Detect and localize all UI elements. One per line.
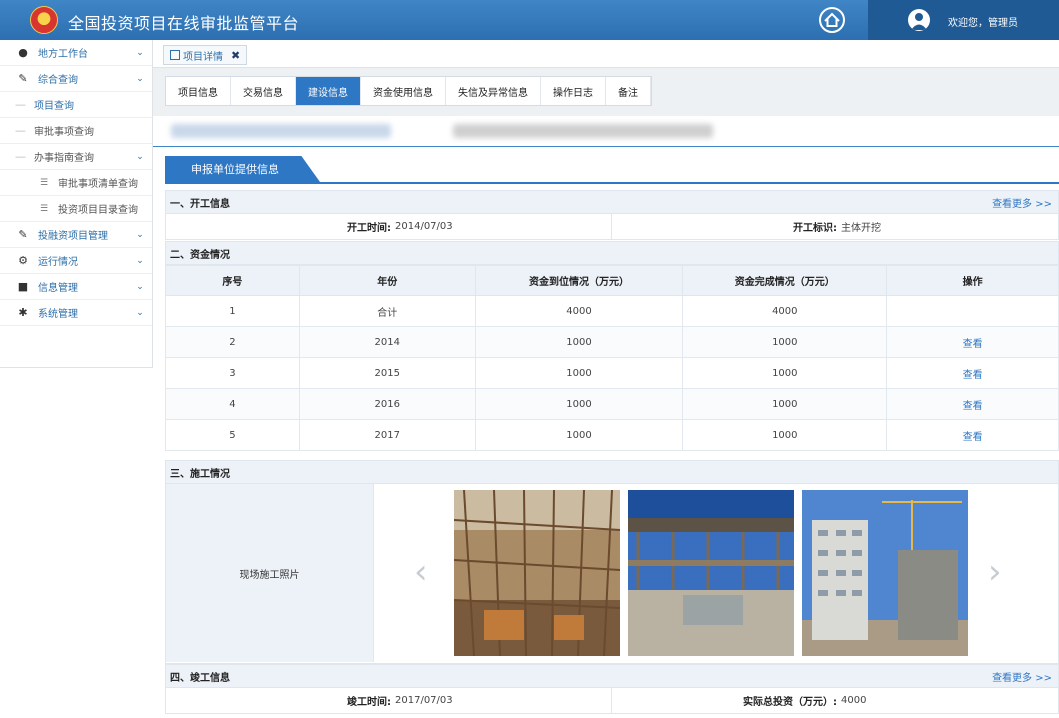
chevron-right-icon[interactable]: › (988, 554, 1008, 590)
construction-heading: 三、施工情况 (165, 460, 1059, 484)
top-header: 全国投资项目在线审批监管平台 欢迎您，管理员 (0, 0, 1059, 40)
sidebar-item-query[interactable]: ✎ 综合查询 ⌄ (0, 66, 152, 92)
gear-icon: ✱ (18, 306, 28, 319)
sidebar-item-financing[interactable]: ✎ 投融资项目管理 ⌄ (0, 222, 152, 248)
chevron-down-icon: ⌄ (136, 229, 144, 240)
view-link[interactable]: 查看 (963, 370, 983, 381)
user-icon: ● (18, 46, 28, 59)
start-time-label: 开工时间: (347, 223, 391, 234)
welcome-text: 欢迎您，管理员 (948, 18, 1018, 29)
section-title: 申报单位提供信息 (165, 156, 320, 182)
document-icon (170, 50, 180, 60)
detail-panel: 申报单位提供信息 一、开工信息 查看更多 >> 开工时间: 2014/07/03… (153, 116, 1059, 718)
close-icon[interactable]: ✖ (231, 49, 240, 62)
col-actions: 操作 (886, 265, 1059, 296)
tab-project-info[interactable]: 项目信息 (166, 77, 231, 105)
start-flag-value: 主体开挖 (841, 223, 881, 234)
completion-time-label: 竣工时间: (347, 697, 391, 708)
tab-transaction-info[interactable]: 交易信息 (231, 77, 296, 105)
sidebar-item-approval-list-query[interactable]: ☰ 审批事项清单查询 (0, 170, 152, 196)
user-menu[interactable]: 欢迎您，管理员 (868, 0, 1059, 40)
app-title: 全国投资项目在线审批监管平台 (68, 14, 300, 33)
photo-carousel: 现场施工照片 ‹ › (165, 484, 1059, 664)
table-row: 5 2017 1000 1000 查看 (165, 419, 1059, 451)
list-icon: ☰ (40, 177, 49, 188)
redacted-project-name (453, 124, 713, 138)
completion-heading: 四、竣工信息 查看更多 >> (165, 664, 1059, 688)
avatar-icon (908, 9, 930, 31)
sidebar-item-catalog-query[interactable]: ☰ 投资项目目录查询 (0, 196, 152, 222)
sidebar-item-operation[interactable]: ⚙ 运行情况 ⌄ (0, 248, 152, 274)
table-row: 3 2015 1000 1000 查看 (165, 357, 1059, 389)
tab-project-detail[interactable]: 项目详情 ✖ (163, 45, 248, 65)
sidebar-item-guide-query[interactable]: — 办事指南查询 ⌄ (0, 144, 152, 170)
start-more-link[interactable]: 查看更多 >> (992, 195, 1052, 210)
chevron-down-icon: ⌄ (136, 47, 144, 58)
table-row: 4 2016 1000 1000 查看 (165, 388, 1059, 420)
main-content: 项目信息 交易信息 建设信息 资金使用信息 失信及异常信息 操作日志 备注 申报… (153, 68, 1059, 718)
view-link[interactable]: 查看 (963, 401, 983, 412)
funds-heading: 二、资金情况 (165, 241, 1059, 265)
sidebar-item-system[interactable]: ✱ 系统管理 ⌄ (0, 300, 152, 326)
table-row: 2 2014 1000 1000 查看 (165, 326, 1059, 358)
chevron-down-icon: ⌄ (136, 281, 144, 292)
tab-fund-usage-info[interactable]: 资金使用信息 (361, 77, 446, 105)
actual-investment-value: 4000 (841, 695, 867, 706)
start-info-heading: 一、开工信息 查看更多 >> (165, 190, 1059, 214)
list-icon: ☰ (40, 203, 49, 214)
folder-icon: ■ (17, 280, 29, 293)
redacted-project-code (171, 124, 391, 138)
chevron-down-icon: ⌄ (136, 255, 144, 266)
sidebar-item-project-query[interactable]: — 项目查询 (0, 92, 152, 118)
view-link[interactable]: 查看 (963, 339, 983, 350)
photo-label: 现场施工照片 (166, 484, 374, 662)
edit-icon: ✎ (18, 228, 28, 241)
chevron-left-icon[interactable]: ‹ (414, 554, 434, 590)
table-header-row: 序号 年份 资金到位情况（万元） 资金完成情况（万元） 操作 (165, 265, 1059, 296)
start-info-row: 开工时间: 2014/07/03 开工标识: 主体开挖 (165, 214, 1059, 240)
chevron-down-icon: ⌄ (136, 73, 144, 84)
construction-photo-frame[interactable] (628, 490, 794, 656)
col-year: 年份 (298, 265, 476, 296)
edit-icon: ✎ (18, 72, 28, 85)
national-emblem-icon (30, 6, 58, 34)
tab-credit-info[interactable]: 失信及异常信息 (446, 77, 541, 105)
start-flag-label: 开工标识: (793, 223, 837, 234)
open-tabs-bar: 项目详情 ✖ (153, 40, 1059, 68)
construction-photo-building[interactable] (802, 490, 968, 656)
construction-photo-rebar[interactable] (454, 490, 620, 656)
tab-operation-log[interactable]: 操作日志 (541, 77, 606, 105)
chevron-down-icon: ⌄ (136, 307, 144, 318)
view-link[interactable]: 查看 (963, 432, 983, 443)
chevron-down-icon: ⌄ (136, 151, 144, 162)
divider (153, 146, 1059, 147)
col-funds-completed: 资金完成情况（万元） (682, 265, 888, 296)
detail-tabs: 项目信息 交易信息 建设信息 资金使用信息 失信及异常信息 操作日志 备注 (165, 76, 652, 106)
sidebar-item-approval-query[interactable]: — 审批事项查询 (0, 118, 152, 144)
section-divider (165, 182, 1059, 184)
funds-table: 序号 年份 资金到位情况（万元） 资金完成情况（万元） 操作 1 合计 4000… (165, 265, 1059, 451)
sidebar: ● 地方工作台 ⌄ ✎ 综合查询 ⌄ — 项目查询 — 审批事项查询 — 办事指… (0, 40, 153, 368)
completion-more-link[interactable]: 查看更多 >> (992, 669, 1052, 684)
completion-info-row: 竣工时间: 2017/07/03 实际总投资（万元）: 4000 (165, 688, 1059, 714)
tab-construction-info[interactable]: 建设信息 (296, 77, 361, 105)
home-icon[interactable] (818, 6, 846, 34)
col-funds-arrived: 资金到位情况（万元） (474, 265, 684, 296)
actual-investment-label: 实际总投资（万元）: (743, 697, 837, 708)
completion-time-value: 2017/07/03 (395, 695, 453, 706)
sidebar-item-info[interactable]: ■ 信息管理 ⌄ (0, 274, 152, 300)
gears-icon: ⚙ (18, 254, 28, 267)
tab-remarks[interactable]: 备注 (606, 77, 651, 105)
start-time-value: 2014/07/03 (395, 221, 453, 232)
table-row: 1 合计 4000 4000 (165, 295, 1059, 327)
sidebar-item-workbench[interactable]: ● 地方工作台 ⌄ (0, 40, 152, 66)
col-index: 序号 (165, 265, 300, 296)
